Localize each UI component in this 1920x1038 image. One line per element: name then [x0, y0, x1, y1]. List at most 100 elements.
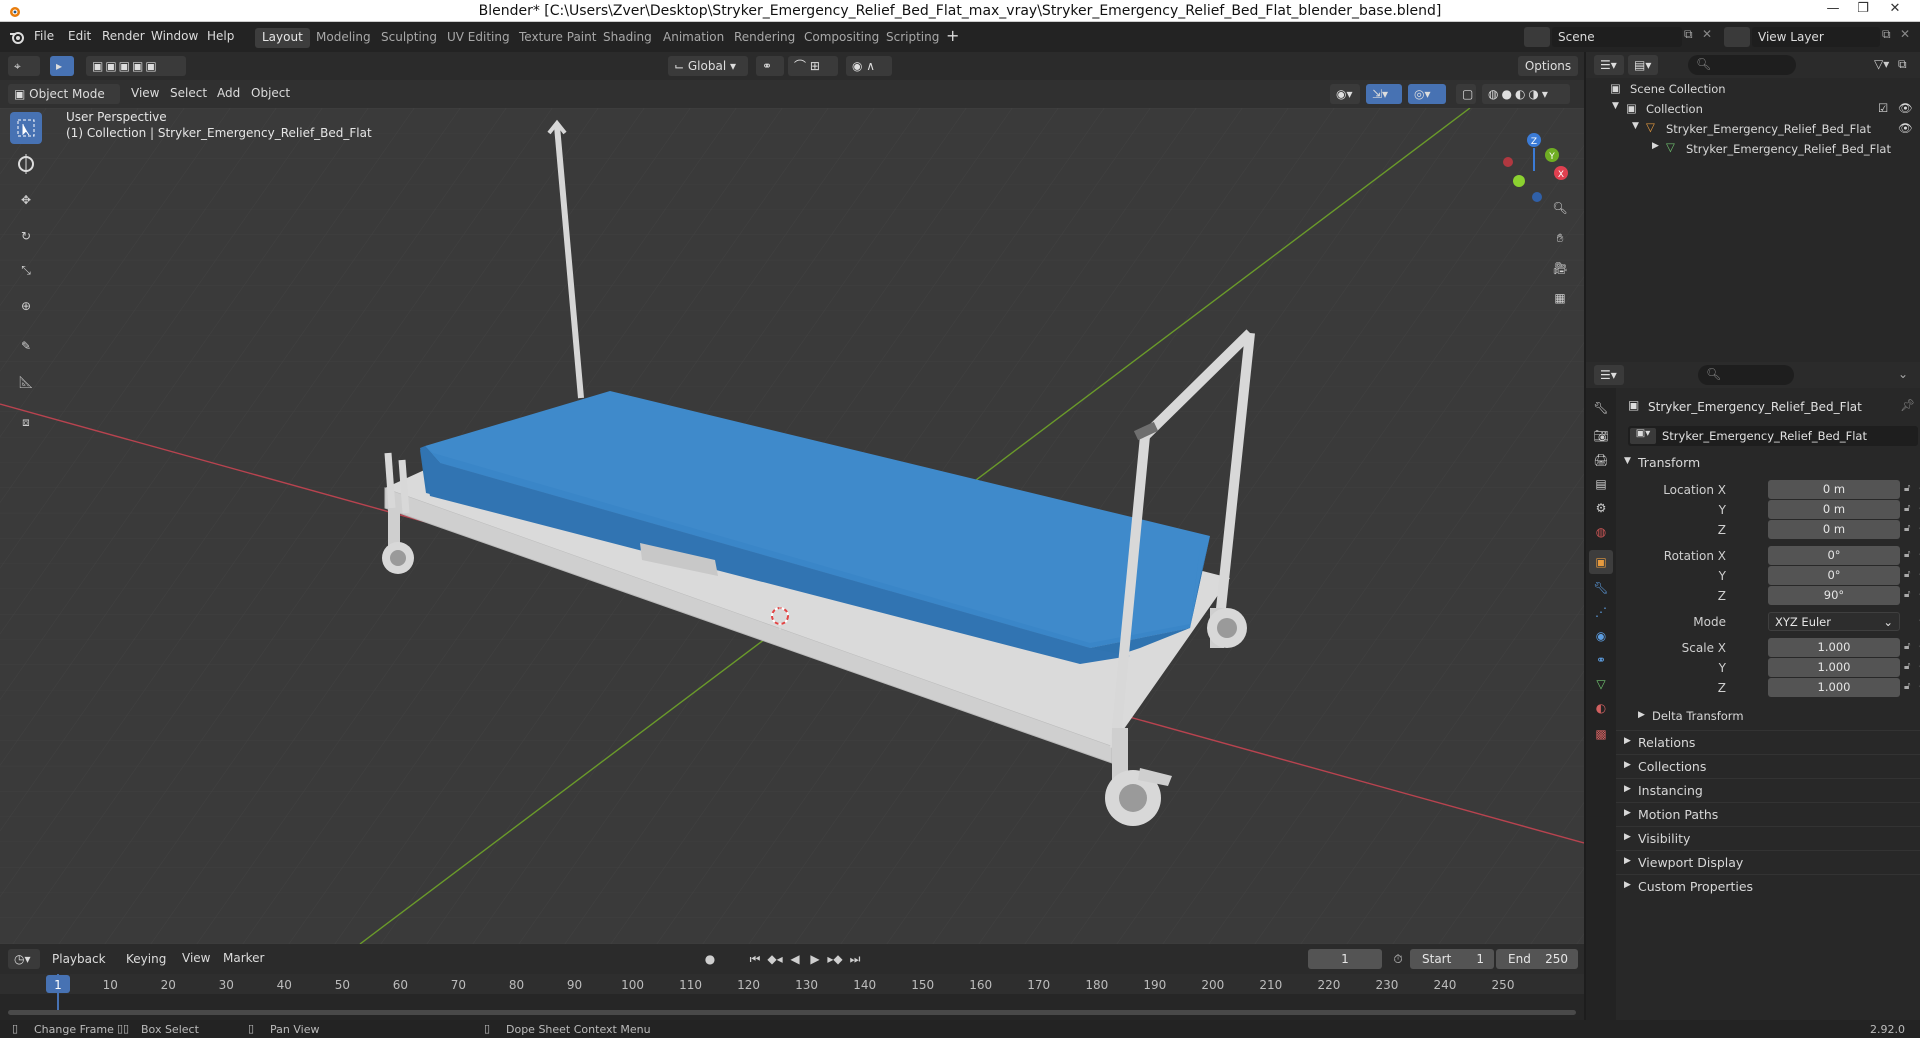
- eye-icon[interactable]: 👁︎: [1898, 121, 1913, 135]
- lock-icon[interactable]: 🔓︎: [1904, 589, 1910, 600]
- pivot-point-icon[interactable]: ⚭: [756, 56, 784, 76]
- properties-editor-type-icon[interactable]: ☰▾: [1594, 365, 1624, 385]
- jump-start-icon[interactable]: ⏮: [745, 949, 765, 969]
- expand-arrow-icon[interactable]: ▶: [1652, 141, 1659, 151]
- scene-selector-icon[interactable]: [1524, 27, 1550, 47]
- timeline-editor-type-icon[interactable]: ◷▾: [8, 949, 40, 969]
- minimize-button[interactable]: —: [1820, 1, 1846, 21]
- tab-layout[interactable]: Layout: [255, 28, 310, 48]
- eye-icon[interactable]: 👁︎: [1898, 101, 1913, 115]
- pin-icon[interactable]: 📌︎: [1900, 398, 1915, 412]
- tab-texture-paint[interactable]: Texture Paint: [512, 28, 603, 48]
- panel-visibility[interactable]: ▶ Visibility: [1616, 826, 1920, 848]
- play-icon[interactable]: ▶: [805, 949, 825, 969]
- tab-uv-editing[interactable]: UV Editing: [440, 28, 517, 48]
- panel-custom-properties[interactable]: ▶ Custom Properties: [1616, 874, 1920, 896]
- scale-z-field[interactable]: 1.000: [1768, 678, 1900, 697]
- menu-window[interactable]: Window: [151, 29, 198, 43]
- annotate-tool-icon[interactable]: ✎: [10, 330, 42, 362]
- texture-tab-icon[interactable]: ▩: [1591, 724, 1611, 744]
- tab-rendering[interactable]: Rendering: [727, 28, 802, 48]
- lock-icon[interactable]: 🔓︎: [1904, 661, 1910, 672]
- viewport-menu-view[interactable]: View: [131, 86, 159, 100]
- rotation-z-field[interactable]: 90°: [1768, 586, 1900, 605]
- new-view-layer-icon[interactable]: ⧉: [1882, 27, 1898, 47]
- add-cube-tool-icon[interactable]: ⧈: [10, 406, 42, 438]
- rotation-y-field[interactable]: 0°: [1768, 566, 1900, 585]
- panel-instancing[interactable]: ▶ Instancing: [1616, 778, 1920, 800]
- panel-relations[interactable]: ▶ Relations: [1616, 730, 1920, 752]
- tab-animation[interactable]: Animation: [656, 28, 731, 48]
- material-tab-icon[interactable]: ◐: [1591, 698, 1611, 718]
- prev-keyframe-icon[interactable]: ◆◂: [765, 949, 785, 969]
- keying-menu[interactable]: Keying ▾: [120, 949, 180, 986]
- outliner-row-mesh[interactable]: ▶ ▽ Stryker_Emergency_Relief_Bed_Flat: [1586, 138, 1920, 158]
- scale-tool-icon[interactable]: ⤡: [10, 254, 42, 286]
- transform-tool-icon[interactable]: ⊕: [10, 290, 42, 322]
- visibility-icon[interactable]: ◉▾: [1330, 84, 1360, 104]
- display-mode-icon[interactable]: ▤▾: [1628, 55, 1658, 75]
- stopwatch-icon[interactable]: ⏱: [1388, 949, 1408, 969]
- object-browse-icon[interactable]: ▣▾: [1630, 428, 1656, 444]
- play-reverse-icon[interactable]: ◀: [785, 949, 805, 969]
- mode-dropdown[interactable]: ▣ Object Mode ▾: [8, 84, 120, 121]
- chevron-down-icon[interactable]: ⌄: [1898, 367, 1908, 381]
- timeline-area[interactable]: 1 10 20 30 40 50 60 70 80 90 100 110 120 130 140 150 160…: [0, 974, 1584, 1020]
- outliner-row-scene-collection[interactable]: ▣ Scene Collection: [1586, 78, 1920, 98]
- location-z-field[interactable]: 0 m: [1768, 520, 1900, 539]
- record-icon[interactable]: ●: [700, 949, 720, 969]
- timeline-menu-view[interactable]: View: [182, 951, 210, 965]
- menu-edit[interactable]: Edit: [68, 29, 91, 43]
- panel-motion-paths[interactable]: ▶ Motion Paths: [1616, 802, 1920, 824]
- snap-icon[interactable]: ⌒ ⊞: [788, 56, 838, 76]
- select-box-tool-icon[interactable]: [10, 112, 42, 144]
- zoom-icon[interactable]: 🔍︎: [1548, 196, 1572, 220]
- viewport-menu-select[interactable]: Select: [170, 86, 207, 100]
- rotation-x-field[interactable]: 0°: [1768, 546, 1900, 565]
- pan-hand-icon[interactable]: ✋︎: [1548, 226, 1572, 250]
- playback-menu[interactable]: Playback ▾: [46, 949, 116, 986]
- tab-compositing[interactable]: Compositing: [797, 28, 886, 48]
- output-tab-icon[interactable]: 🖨︎: [1591, 450, 1611, 470]
- close-button[interactable]: ✕: [1882, 1, 1908, 21]
- scale-y-field[interactable]: 1.000: [1768, 658, 1900, 677]
- collapse-arrow-icon[interactable]: ▼: [1612, 101, 1619, 111]
- properties-search-input[interactable]: 🔍︎: [1698, 365, 1794, 385]
- lock-icon[interactable]: 🔓︎: [1904, 549, 1910, 560]
- current-frame-field[interactable]: 1: [1308, 949, 1382, 969]
- menu-file[interactable]: File: [34, 29, 54, 43]
- new-scene-icon[interactable]: ⧉: [1684, 27, 1700, 47]
- location-x-field[interactable]: 0 m: [1768, 480, 1900, 499]
- rotation-mode-dropdown[interactable]: XYZ Euler ⌄: [1768, 612, 1900, 631]
- menu-render[interactable]: Render: [102, 29, 145, 43]
- proportional-edit-icon[interactable]: ◉ ∧: [846, 56, 892, 76]
- tab-scripting[interactable]: Scripting: [879, 28, 946, 48]
- view-layer-field[interactable]: View Layer: [1752, 27, 1880, 47]
- gizmo-icon[interactable]: ⇲▾: [1366, 84, 1402, 104]
- panel-collections[interactable]: ▶ Collections: [1616, 754, 1920, 776]
- selection-mode-icons[interactable]: ▣▣▣▣▣: [86, 56, 186, 76]
- 3d-viewport[interactable]: Z Y X User Perspective (1) Collection | …: [0, 108, 1584, 944]
- menu-help[interactable]: Help: [207, 29, 234, 43]
- ortho-grid-icon[interactable]: ▦: [1548, 286, 1572, 310]
- measure-tool-icon[interactable]: 📐︎: [10, 366, 42, 398]
- start-frame-field[interactable]: Start 1: [1410, 949, 1494, 969]
- timeline-scrollbar[interactable]: [8, 1010, 1576, 1015]
- jump-end-icon[interactable]: ⏭: [845, 949, 865, 969]
- outliner-row-object[interactable]: ▼ ▽ Stryker_Emergency_Relief_Bed_Flat 👁︎: [1586, 118, 1920, 138]
- move-tool-icon[interactable]: ✥: [10, 184, 42, 216]
- cursor-tool-icon[interactable]: [10, 148, 42, 180]
- outliner-editor-type-icon[interactable]: ☰▾: [1594, 55, 1624, 75]
- end-frame-field[interactable]: End 250: [1496, 949, 1578, 969]
- scene-field[interactable]: Scene: [1552, 27, 1682, 47]
- blender-menu-icon[interactable]: [8, 28, 26, 46]
- outliner-row-collection[interactable]: ▼ ▣ Collection ☑ 👁︎: [1586, 98, 1920, 118]
- lock-icon[interactable]: 🔓︎: [1904, 569, 1910, 580]
- checkbox-icon[interactable]: ☑: [1878, 101, 1888, 115]
- view-layer-selector-icon[interactable]: [1724, 27, 1750, 47]
- next-keyframe-icon[interactable]: ▸◆: [825, 949, 845, 969]
- viewport-menu-object[interactable]: Object: [251, 86, 290, 100]
- collapse-arrow-icon[interactable]: ▼: [1632, 121, 1639, 131]
- location-y-field[interactable]: 0 m: [1768, 500, 1900, 519]
- lock-icon[interactable]: 🔓︎: [1904, 483, 1910, 494]
